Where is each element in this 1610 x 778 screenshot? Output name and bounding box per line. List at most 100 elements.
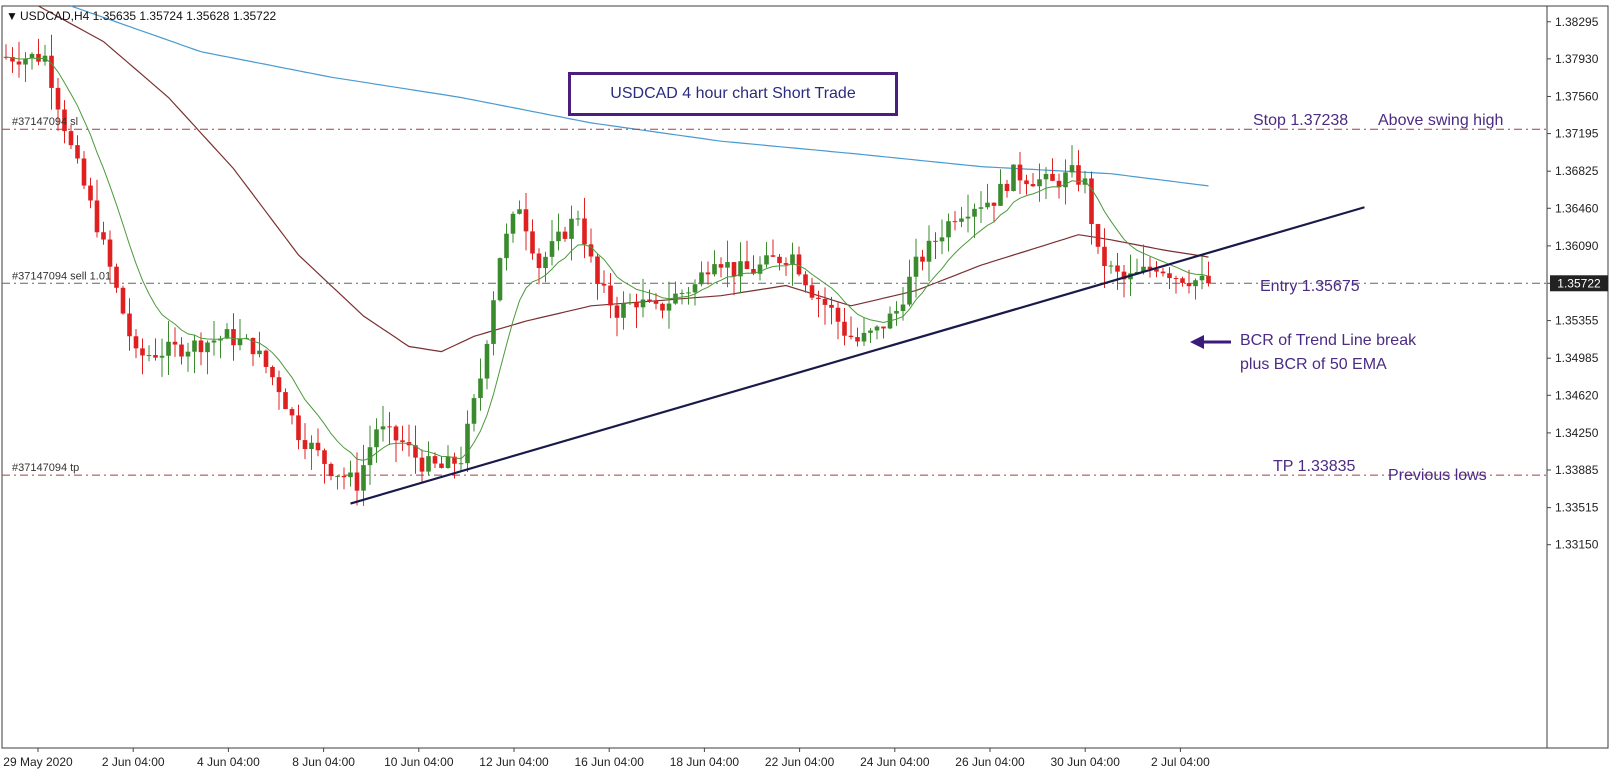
candle: [1108, 260, 1114, 274]
candle: [419, 449, 425, 483]
candle: [504, 223, 509, 271]
candle: [81, 151, 87, 189]
x-axis-ticks: 29 May 2020 2 Jun 04:00 4 Jun 04:00 8 Jun 0…: [3, 748, 1210, 769]
candle: [887, 306, 893, 330]
candle: [614, 296, 620, 337]
candle: [1102, 228, 1107, 289]
candle: [16, 41, 22, 78]
candle: [192, 334, 197, 374]
candle: [1199, 254, 1205, 290]
chart-title-box: USDCAD 4 hour chart Short Trade: [568, 72, 898, 116]
candle: [894, 301, 899, 326]
candle: [341, 467, 347, 490]
candle: [328, 462, 334, 481]
candle: [562, 226, 568, 242]
candle: [978, 191, 984, 223]
candle: [621, 291, 626, 330]
candle: [1069, 145, 1075, 178]
candle: [361, 444, 366, 506]
candle: [237, 319, 243, 351]
candle: [1011, 164, 1016, 192]
candle: [744, 240, 750, 270]
candle: [465, 410, 470, 473]
order-levels: [2, 128, 1547, 476]
candle: [549, 219, 555, 266]
candle: [900, 286, 906, 321]
candle: [920, 249, 925, 271]
arrow-icon: [1190, 335, 1231, 349]
candle: [770, 239, 776, 258]
candle: [283, 388, 288, 410]
candle: [75, 135, 80, 164]
current-price-tag: 1.35722: [1550, 275, 1608, 292]
candle: [764, 241, 769, 268]
price-axis-frame: [1546, 5, 1609, 749]
candle: [101, 221, 106, 245]
candle: [36, 38, 41, 66]
candle: [68, 124, 74, 149]
candle: [510, 211, 516, 243]
candle: [166, 321, 171, 376]
candle: [224, 323, 230, 340]
candle: [829, 296, 834, 325]
candle: [367, 425, 373, 485]
candle: [491, 291, 496, 356]
candle: [231, 313, 236, 361]
x-tick-label: 22 Jun 04:00: [765, 755, 835, 769]
candle: [140, 338, 145, 375]
candle: [673, 281, 678, 305]
candle: [172, 327, 178, 357]
candle: [588, 228, 594, 263]
candle: [738, 242, 743, 294]
candle: [1180, 276, 1185, 287]
candle: [88, 177, 93, 209]
candle: [985, 183, 990, 210]
stop-annotation: Stop 1.37238: [1253, 112, 1348, 129]
candle: [809, 277, 815, 300]
bcr-annotation-line1: BCR of Trend Line break: [1240, 332, 1417, 349]
candle: [335, 475, 340, 490]
candle: [939, 219, 945, 255]
candle: [952, 211, 958, 231]
candle: [380, 405, 386, 442]
candle: [666, 281, 672, 329]
candle: [868, 328, 873, 344]
x-tick-label: 2 Jul 04:00: [1151, 755, 1210, 769]
order-label-entry: #37147094 sell 1.01: [12, 270, 111, 282]
candle: [634, 293, 639, 328]
y-tick-label: 1.37195: [1555, 127, 1599, 141]
candle: [1076, 150, 1081, 192]
candle: [1206, 261, 1211, 287]
x-tick-label: 29 May 2020: [3, 755, 73, 769]
candle: [933, 232, 938, 260]
candle: [1160, 267, 1166, 277]
candle: [926, 225, 932, 282]
candle: [276, 370, 282, 410]
candle: [413, 425, 418, 474]
candle: [133, 328, 139, 359]
x-tick-label: 4 Jun 04:00: [197, 755, 260, 769]
candle: [1147, 256, 1153, 278]
y-tick-label: 1.33515: [1555, 501, 1599, 515]
candle: [114, 263, 119, 293]
candle: [263, 349, 269, 374]
price-chart[interactable]: 1.38295 1.37930 1.37560 1.37195 1.36825 1.364…: [0, 0, 1610, 778]
candle: [595, 253, 600, 300]
candle: [1050, 158, 1055, 182]
candle: [705, 261, 711, 285]
y-tick-label: 1.34620: [1555, 388, 1599, 402]
order-label-tp: #37147094 tp: [12, 462, 79, 474]
y-tick-label: 1.38295: [1555, 15, 1599, 29]
current-price-label: 1.35722: [1557, 276, 1601, 290]
candle: [315, 428, 321, 457]
candle: [302, 423, 308, 460]
candle: [647, 289, 652, 303]
candle: [406, 424, 412, 457]
candle: [946, 213, 951, 252]
trend-line: [350, 206, 1365, 505]
candle: [842, 307, 847, 346]
y-tick-label: 1.36460: [1555, 201, 1599, 215]
header-arrow[interactable]: ▼: [6, 9, 18, 23]
candle: [1043, 167, 1049, 200]
entry-annotation: Entry 1.35675: [1260, 278, 1360, 295]
